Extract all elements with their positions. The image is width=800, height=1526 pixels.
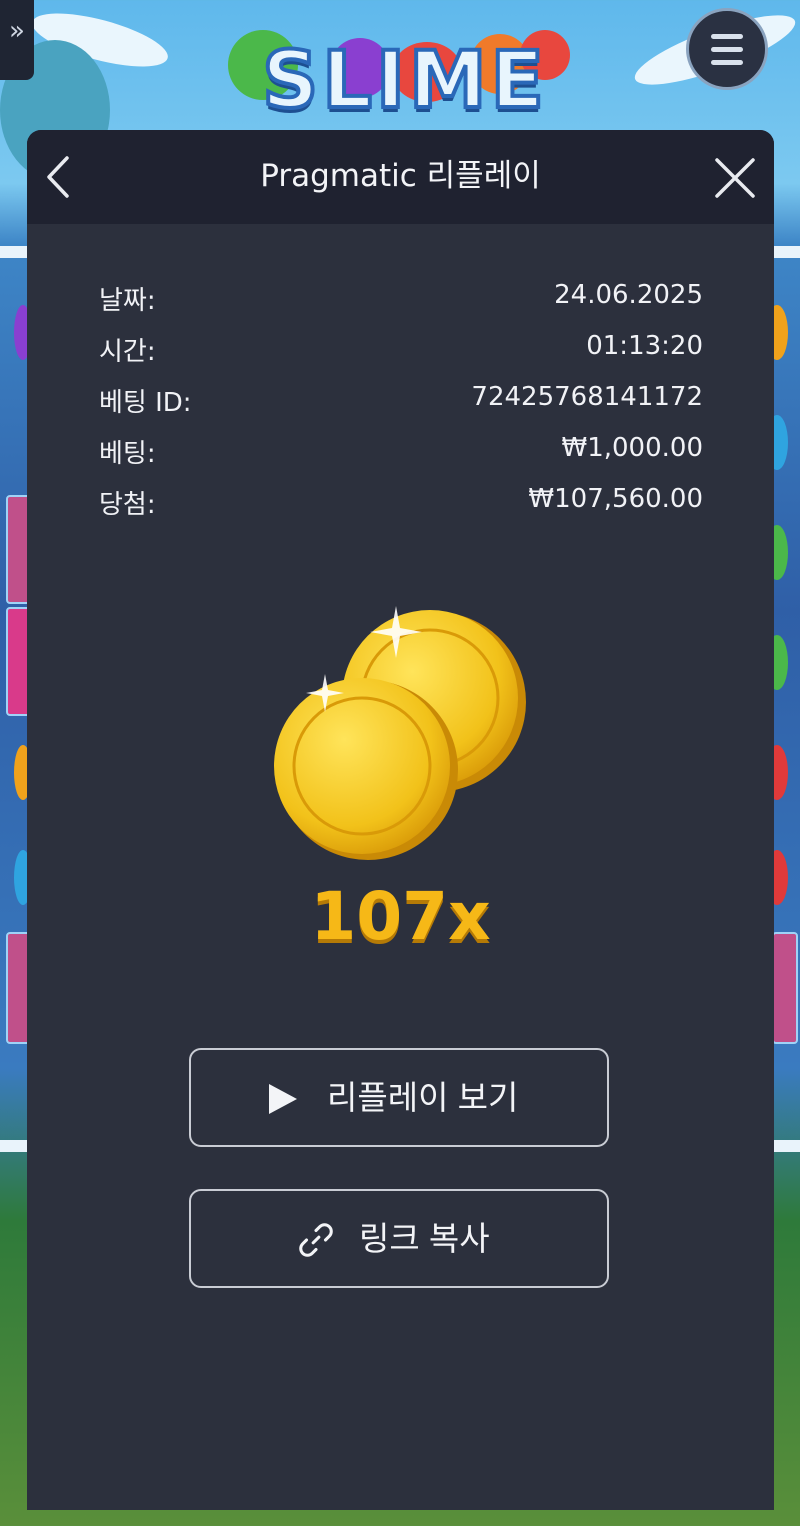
win-value: ₩107,560.00 — [528, 484, 703, 514]
detail-row-bet-id: 베팅 ID: 72425768141172 — [99, 382, 703, 433]
game-logo: SLIME — [260, 34, 548, 128]
watch-replay-button[interactable]: 리플레이 보기 — [189, 1048, 609, 1147]
bet-details: 날짜: 24.06.2025 시간: 01:13:20 베팅 ID: 72425… — [99, 280, 703, 535]
detail-row-bet: 베팅: ₩1,000.00 — [99, 433, 703, 484]
date-value: 24.06.2025 — [554, 280, 703, 310]
detail-row-win: 당첨: ₩107,560.00 — [99, 484, 703, 535]
watch-replay-label: 리플레이 보기 — [327, 1079, 519, 1116]
bet-label: 베팅: — [99, 439, 156, 469]
play-icon — [269, 1084, 297, 1114]
time-label: 시간: — [99, 337, 156, 367]
bet-id-value: 72425768141172 — [471, 382, 703, 412]
hamburger-menu-icon-bar — [711, 47, 743, 52]
replay-panel: Pragmatic 리플레이 날짜: 24.06.2025 시간: 01:13:… — [27, 130, 774, 1510]
win-label: 당첨: — [99, 490, 156, 520]
copy-link-button[interactable]: 링크 복사 — [189, 1189, 609, 1288]
hamburger-menu-icon-bar — [711, 60, 743, 65]
detail-row-time: 시간: 01:13:20 — [99, 331, 703, 382]
copy-link-label: 링크 복사 — [359, 1220, 490, 1257]
close-icon[interactable] — [713, 156, 757, 200]
detail-row-date: 날짜: 24.06.2025 — [99, 280, 703, 331]
chevron-left-icon[interactable] — [43, 154, 79, 200]
bet-id-label: 베팅 ID: — [99, 388, 192, 418]
bet-value: ₩1,000.00 — [561, 433, 704, 463]
link-icon — [299, 1223, 333, 1257]
gold-coins-icon — [274, 606, 526, 860]
expand-side-button[interactable]: » — [0, 0, 34, 80]
side-symbol — [772, 932, 798, 1044]
panel-header: Pragmatic 리플레이 — [27, 130, 774, 224]
hamburger-menu-icon — [711, 34, 743, 39]
date-label: 날짜: — [99, 286, 156, 316]
win-multiplier: 107x — [310, 878, 491, 955]
menu-button[interactable] — [686, 8, 768, 90]
panel-title: Pragmatic 리플레이 — [260, 158, 541, 194]
time-value: 01:13:20 — [586, 331, 703, 361]
